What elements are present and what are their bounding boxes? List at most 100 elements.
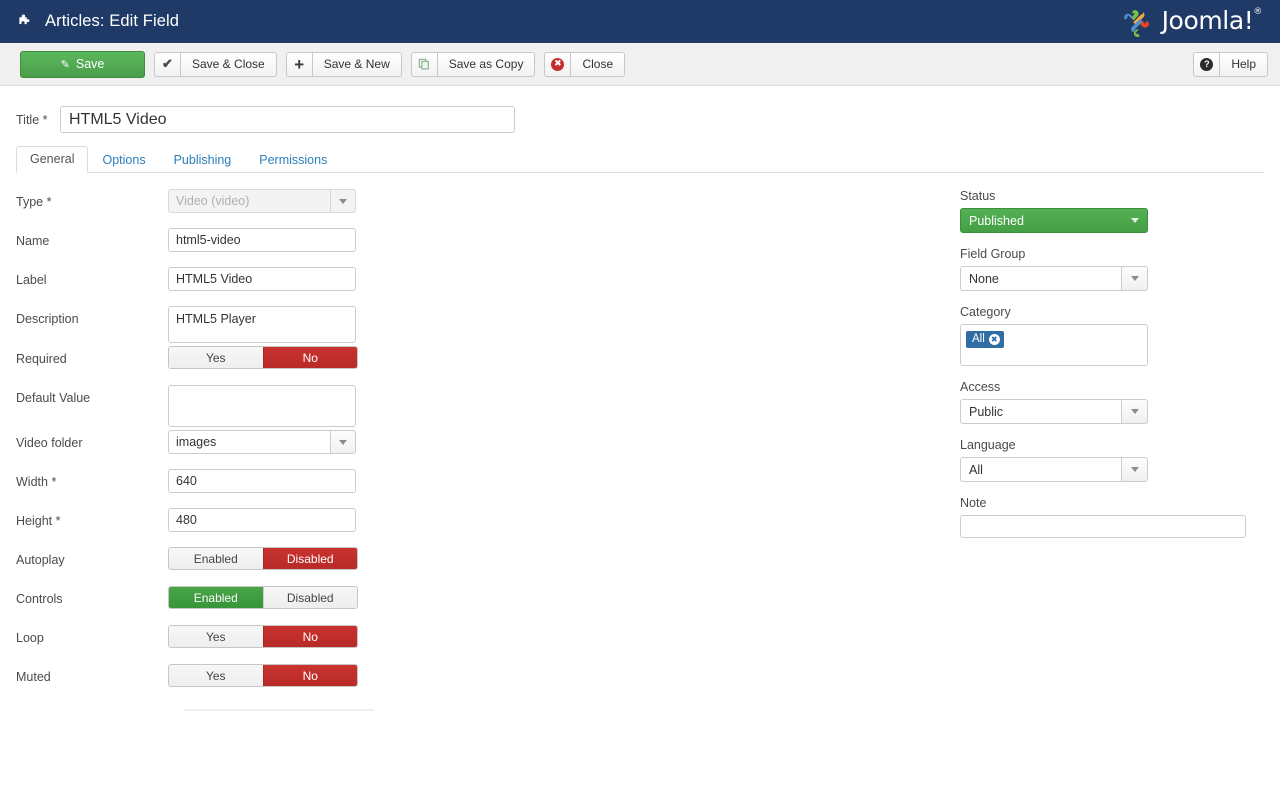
type-select[interactable]: Video (video) bbox=[168, 189, 356, 213]
controls-toggle[interactable]: Enabled Disabled bbox=[168, 586, 358, 609]
note-label: Note bbox=[960, 496, 987, 510]
question-circle-icon[interactable]: ? bbox=[1193, 51, 1220, 77]
autoplay-toggle-enabled[interactable]: Enabled bbox=[169, 548, 263, 569]
access-select-value: Public bbox=[960, 399, 1121, 424]
name-input[interactable] bbox=[168, 228, 356, 252]
status-field: Status Published bbox=[960, 189, 1264, 233]
title-field-row: Title * bbox=[0, 86, 1280, 133]
app-header: Articles: Edit Field Joomla!® bbox=[0, 0, 1280, 43]
tab-permissions[interactable]: Permissions bbox=[245, 147, 341, 173]
default-value-textarea[interactable] bbox=[168, 385, 356, 427]
field-row-muted: Muted Yes No bbox=[16, 664, 960, 703]
note-field: Note bbox=[960, 496, 1264, 538]
joomla-wordmark: Joomla!® bbox=[1161, 6, 1263, 35]
muted-toggle-yes[interactable]: Yes bbox=[169, 665, 263, 686]
title-input[interactable] bbox=[60, 106, 515, 133]
save-and-close-button[interactable]: ✔ Save & Close bbox=[154, 51, 277, 77]
sidebar-panel: Status Published Field Group None Catego… bbox=[960, 173, 1264, 711]
muted-toggle-no[interactable]: No bbox=[262, 665, 357, 686]
field-label-width: Width * bbox=[16, 475, 57, 489]
category-field: Category All ✖ bbox=[960, 305, 1264, 366]
field-row-width: Width * bbox=[16, 469, 960, 508]
chevron-down-icon[interactable] bbox=[330, 430, 356, 454]
note-input[interactable] bbox=[960, 515, 1246, 538]
help-button[interactable]: ? Help bbox=[1193, 51, 1268, 77]
field-row-label: Label bbox=[16, 267, 960, 306]
tab-publishing[interactable]: Publishing bbox=[160, 147, 246, 173]
autoplay-toggle-disabled[interactable]: Disabled bbox=[262, 548, 357, 569]
language-select[interactable]: All bbox=[960, 457, 1148, 482]
joomla-logo: Joomla!® bbox=[1121, 5, 1266, 39]
puzzle-piece-icon bbox=[16, 13, 34, 31]
toolbar: ✎ Save ✔ Save & Close + Save & New Save … bbox=[0, 43, 1280, 86]
field-group-label: Field Group bbox=[960, 247, 1026, 261]
close-button-label[interactable]: Close bbox=[570, 51, 626, 77]
save-and-new-label[interactable]: Save & New bbox=[311, 51, 402, 77]
page-title: Articles: Edit Field bbox=[45, 12, 180, 30]
save-button[interactable]: ✎ Save bbox=[20, 50, 145, 78]
required-toggle-yes[interactable]: Yes bbox=[169, 347, 263, 368]
status-select[interactable]: Published bbox=[960, 208, 1148, 233]
close-button[interactable]: ✖ Close bbox=[544, 51, 626, 77]
field-label-default-value: Default Value bbox=[16, 391, 91, 405]
field-group-select-value: None bbox=[960, 266, 1121, 291]
check-icon[interactable]: ✔ bbox=[154, 51, 180, 77]
field-label-autoplay: Autoplay bbox=[16, 553, 65, 567]
save-as-copy-label[interactable]: Save as Copy bbox=[436, 51, 536, 77]
chevron-down-icon[interactable] bbox=[1121, 399, 1148, 424]
label-input[interactable] bbox=[168, 267, 356, 291]
title-field-label: Title * bbox=[16, 112, 48, 127]
plus-icon[interactable]: + bbox=[285, 51, 312, 77]
loop-toggle-yes[interactable]: Yes bbox=[169, 626, 263, 647]
save-and-close-label[interactable]: Save & Close bbox=[180, 51, 277, 77]
help-button-label[interactable]: Help bbox=[1219, 51, 1268, 77]
x-circle-icon[interactable]: ✖ bbox=[544, 51, 571, 77]
chevron-down-icon[interactable] bbox=[1121, 266, 1148, 291]
access-field: Access Public bbox=[960, 380, 1264, 424]
field-row-height: Height * bbox=[16, 508, 960, 547]
field-row-description: Description HTML5 Player bbox=[16, 306, 960, 346]
language-field: Language All bbox=[960, 438, 1264, 482]
field-group-field: Field Group None bbox=[960, 247, 1264, 291]
field-row-type: Type * Video (video) bbox=[16, 189, 960, 228]
autoplay-toggle[interactable]: Enabled Disabled bbox=[168, 547, 358, 570]
copy-icon[interactable] bbox=[410, 51, 437, 77]
field-row-required: Required Yes No bbox=[16, 346, 960, 385]
loop-toggle-no[interactable]: No bbox=[262, 626, 357, 647]
tab-options[interactable]: Options bbox=[88, 147, 159, 173]
field-row-name: Name bbox=[16, 228, 960, 267]
save-and-new-button[interactable]: + Save & New bbox=[285, 51, 402, 77]
status-select-value: Published bbox=[969, 213, 1024, 228]
required-toggle[interactable]: Yes No bbox=[168, 346, 358, 369]
height-input[interactable] bbox=[168, 508, 356, 532]
field-label-video-folder: Video folder bbox=[16, 436, 83, 450]
form-panels: Type * Video (video) Name Label bbox=[0, 173, 1280, 711]
category-chip[interactable]: All ✖ bbox=[966, 330, 1004, 348]
controls-toggle-disabled[interactable]: Disabled bbox=[262, 587, 357, 608]
muted-toggle[interactable]: Yes No bbox=[168, 664, 358, 687]
field-row-loop: Loop Yes No bbox=[16, 625, 960, 664]
field-row-autoplay: Autoplay Enabled Disabled bbox=[16, 547, 960, 586]
category-multiselect[interactable]: All ✖ bbox=[960, 324, 1148, 366]
width-input[interactable] bbox=[168, 469, 356, 493]
category-label: Category bbox=[960, 305, 1011, 319]
save-button-label: Save bbox=[75, 57, 105, 71]
video-folder-select[interactable]: images bbox=[168, 430, 356, 454]
remove-circle-icon[interactable]: ✖ bbox=[988, 333, 1000, 345]
chevron-down-icon[interactable] bbox=[1121, 457, 1148, 482]
description-textarea[interactable]: HTML5 Player bbox=[168, 306, 356, 343]
required-toggle-no[interactable]: No bbox=[262, 347, 357, 368]
tab-general[interactable]: General bbox=[16, 146, 89, 173]
loop-toggle[interactable]: Yes No bbox=[168, 625, 358, 648]
field-label-name: Name bbox=[16, 234, 50, 248]
field-group-select[interactable]: None bbox=[960, 266, 1148, 291]
access-select[interactable]: Public bbox=[960, 399, 1148, 424]
chevron-down-icon[interactable] bbox=[330, 189, 356, 213]
pencil-square-icon: ✎ bbox=[60, 58, 70, 71]
controls-toggle-enabled[interactable]: Enabled bbox=[169, 587, 263, 608]
save-as-copy-button[interactable]: Save as Copy bbox=[410, 51, 536, 77]
field-label-controls: Controls bbox=[16, 592, 63, 606]
general-panel: Type * Video (video) Name Label bbox=[0, 173, 960, 711]
field-label-label: Label bbox=[16, 273, 47, 287]
field-label-muted: Muted bbox=[16, 670, 51, 684]
